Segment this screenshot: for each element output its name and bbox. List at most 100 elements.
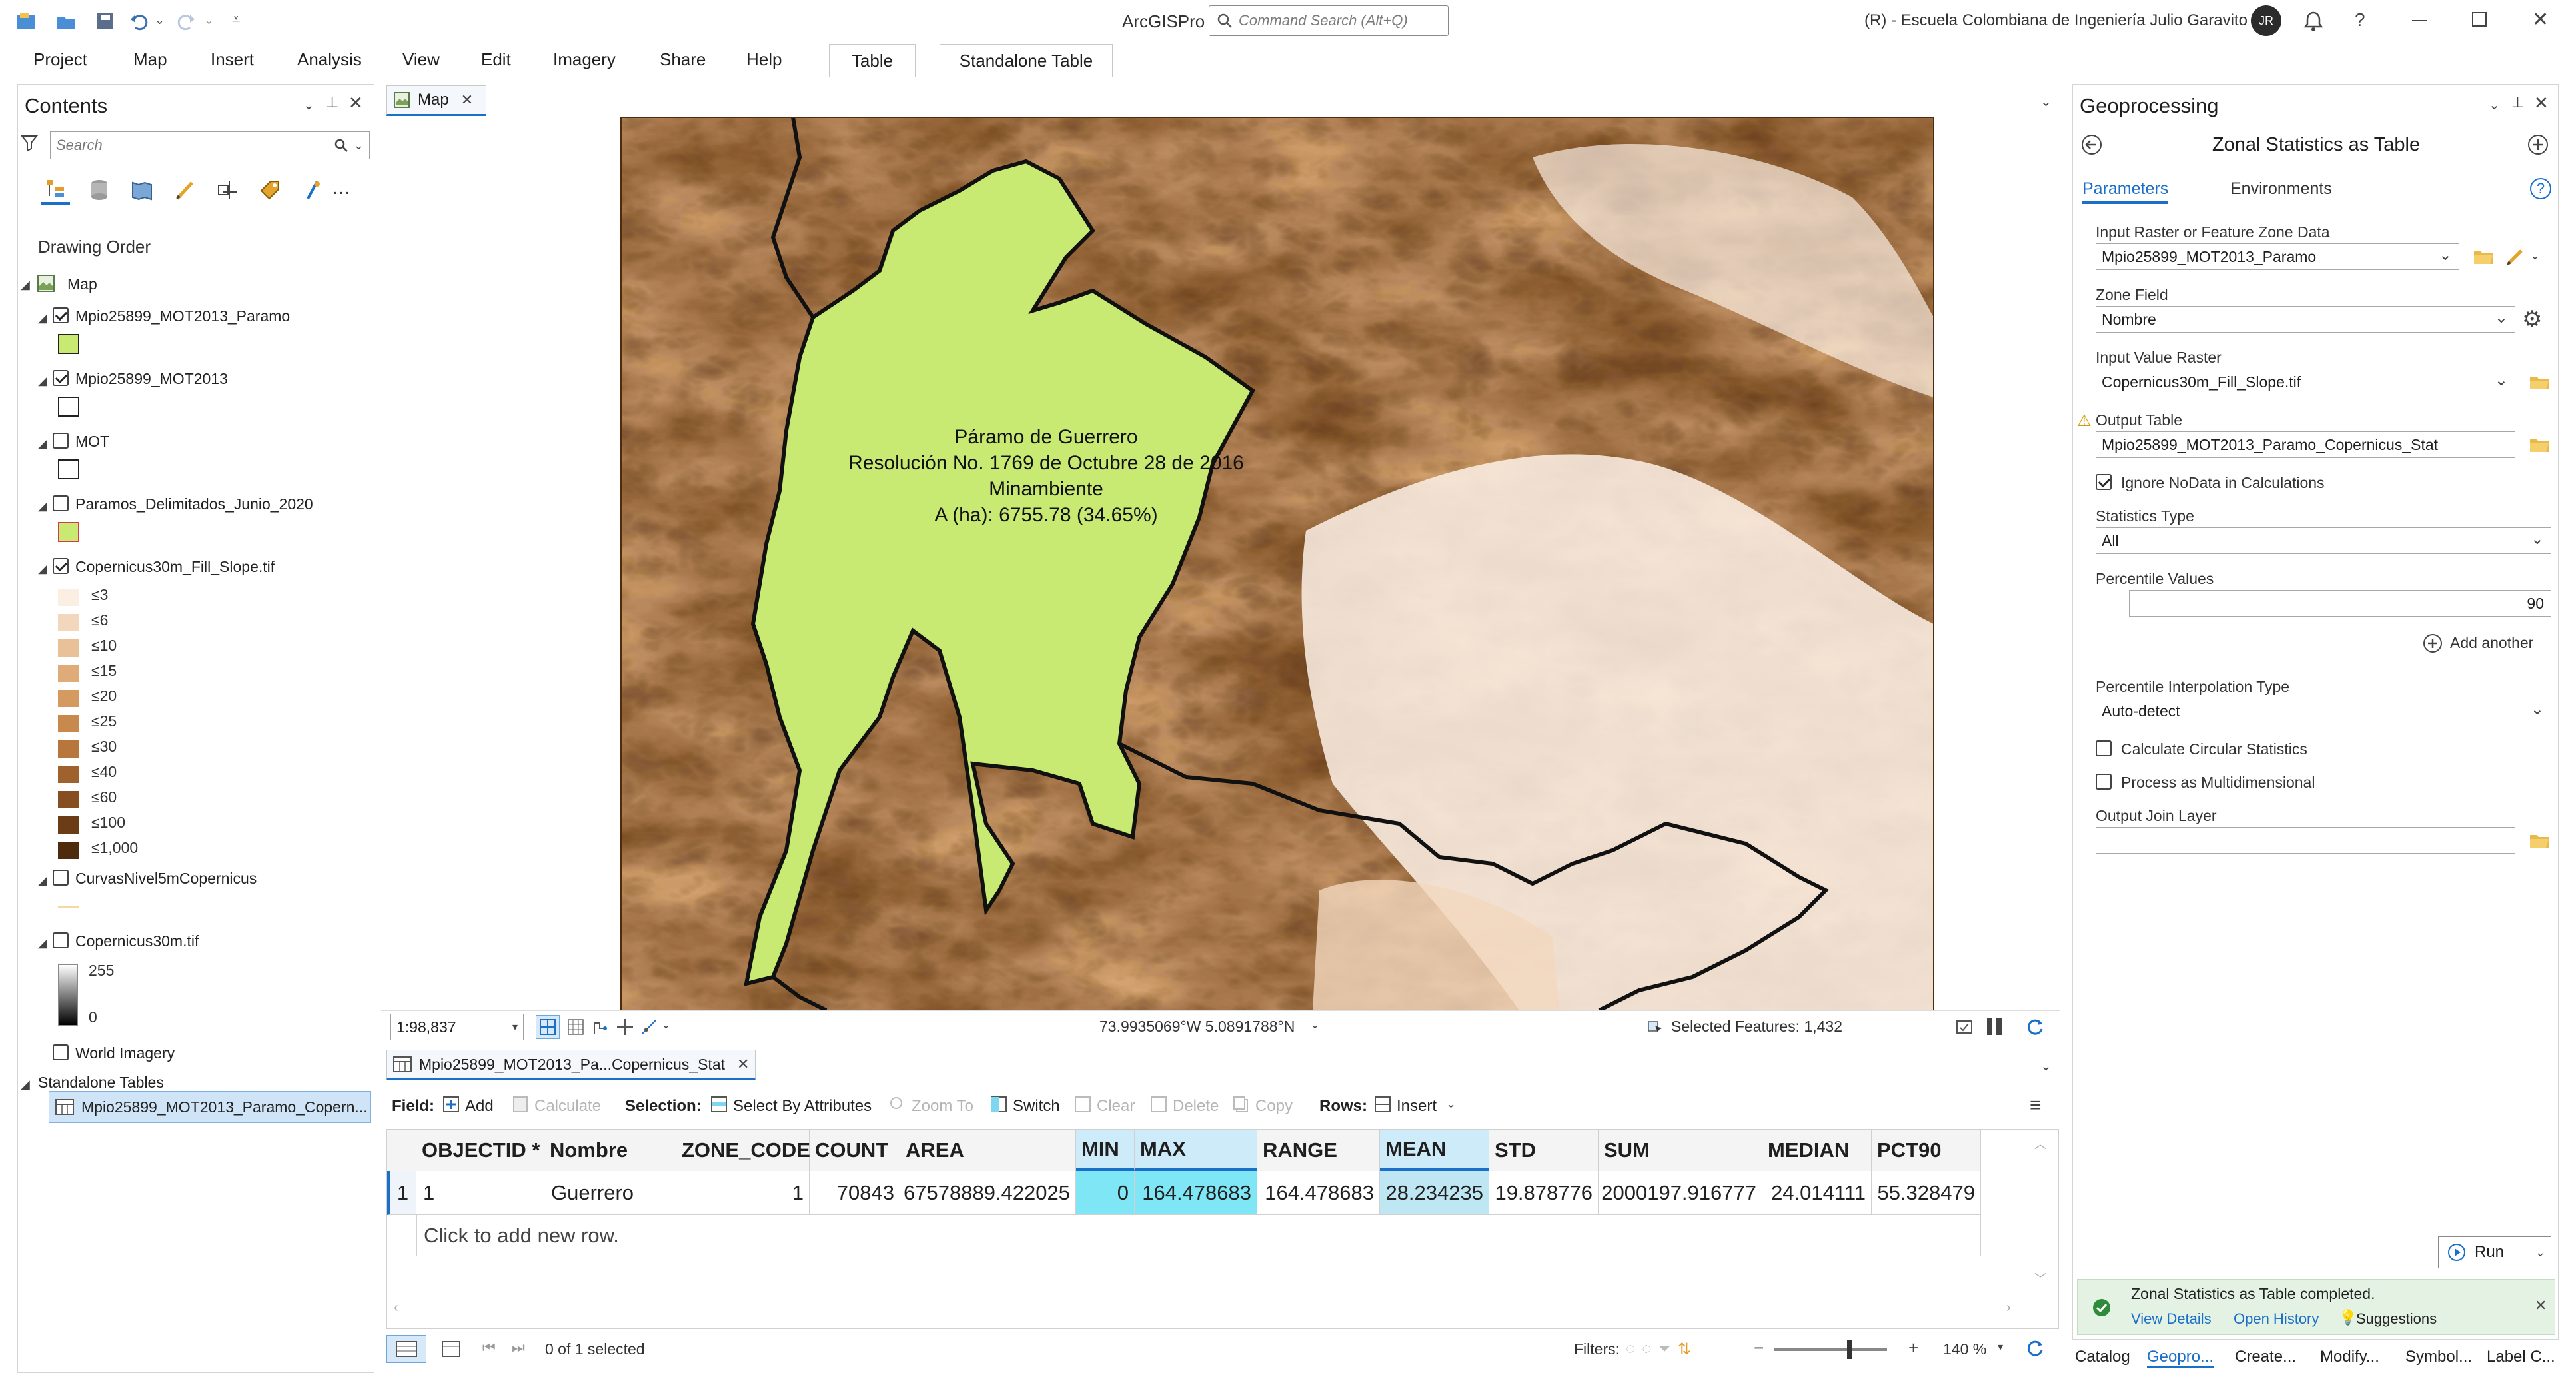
tab-table[interactable]: Table bbox=[829, 44, 916, 77]
slope-legend-swatch[interactable] bbox=[58, 614, 79, 631]
collapse-map-icon[interactable]: ◢ bbox=[21, 278, 30, 292]
tab-map[interactable]: Map bbox=[133, 49, 167, 70]
close-tab-icon[interactable]: ✕ bbox=[737, 1056, 749, 1073]
insert-button[interactable]: Insert bbox=[1397, 1097, 1437, 1116]
add-field-button[interactable]: Add bbox=[465, 1097, 494, 1116]
browse-folder-icon[interactable] bbox=[2471, 245, 2495, 269]
map-rendering[interactable] bbox=[386, 117, 2059, 1010]
tab-symbology[interactable]: Symbol... bbox=[2405, 1348, 2472, 1366]
close-window-icon[interactable]: ✕ bbox=[2532, 8, 2549, 31]
filter-definition-icon[interactable]: ⏷ bbox=[1658, 1340, 1671, 1358]
add-another-button[interactable]: Add another bbox=[2450, 634, 2533, 652]
first-record-icon[interactable]: ⏮ bbox=[482, 1339, 496, 1356]
add-field-icon[interactable] bbox=[441, 1094, 461, 1114]
command-search-input[interactable]: Command Search (Alt+Q) bbox=[1209, 5, 1449, 36]
open-history-link[interactable]: Open History bbox=[2234, 1310, 2319, 1328]
cell-min[interactable]: 0 bbox=[1076, 1171, 1135, 1215]
cell-median[interactable]: 24.014111 bbox=[1762, 1171, 1872, 1215]
view-details-link[interactable]: View Details bbox=[2131, 1310, 2212, 1328]
add-another-icon[interactable] bbox=[2421, 631, 2445, 655]
notifications-bell-icon[interactable] bbox=[2300, 8, 2327, 35]
delete-button[interactable]: Delete bbox=[1173, 1097, 1219, 1116]
grid-view-icon[interactable] bbox=[536, 1015, 560, 1039]
column-header-mean[interactable]: MEAN bbox=[1380, 1130, 1489, 1171]
account-name[interactable]: (R) - Escuela Colombiana de Ingeniería J… bbox=[1864, 11, 2248, 30]
collapse-layer-icon[interactable]: ◢ bbox=[38, 874, 47, 888]
table-menu-icon[interactable]: ≡ bbox=[2030, 1094, 2042, 1117]
zoom-dropdown-icon[interactable]: ▾ bbox=[1998, 1340, 2003, 1354]
slope-legend-swatch[interactable] bbox=[58, 791, 79, 808]
input-raster-dropdown[interactable]: Mpio25899_MOT2013_Paramo bbox=[2096, 243, 2459, 270]
add-new-row[interactable]: Click to add new row. bbox=[416, 1215, 1981, 1256]
run-button[interactable]: Run ⌄ bbox=[2438, 1236, 2551, 1268]
column-header-count[interactable]: COUNT bbox=[810, 1130, 900, 1171]
layer-visibility-checkbox[interactable] bbox=[53, 932, 69, 948]
cell-nombre[interactable]: Guerrero bbox=[544, 1171, 676, 1215]
sketch-pencil-icon[interactable] bbox=[2503, 245, 2527, 269]
input-value-raster-dropdown[interactable]: Copernicus30m_Fill_Slope.tif bbox=[2096, 369, 2515, 395]
zoom-to-icon[interactable] bbox=[888, 1094, 908, 1114]
zoom-to-button[interactable]: Zoom To bbox=[912, 1097, 973, 1116]
column-header-range[interactable]: RANGE bbox=[1257, 1130, 1380, 1171]
slope-legend-swatch[interactable] bbox=[58, 715, 79, 732]
zoom-level[interactable]: 140 % bbox=[1943, 1340, 1986, 1358]
settings-gear-icon[interactable]: ⚙ bbox=[2522, 306, 2542, 333]
new-project-icon[interactable] bbox=[15, 9, 39, 33]
collapse-layer-icon[interactable]: ◢ bbox=[38, 311, 47, 325]
list-by-perspective-imagery-icon[interactable] bbox=[298, 175, 327, 205]
clear-button[interactable]: Clear bbox=[1097, 1097, 1135, 1116]
cell-pct90[interactable]: 55.328479 bbox=[1872, 1171, 1981, 1215]
open-project-icon[interactable] bbox=[55, 9, 79, 33]
calculate-field-icon[interactable] bbox=[510, 1094, 530, 1114]
save-project-icon[interactable] bbox=[93, 9, 117, 33]
mot-symbol-swatch[interactable] bbox=[58, 459, 79, 479]
tab-edit[interactable]: Edit bbox=[481, 49, 511, 70]
contents-search-input[interactable]: Search ⌄ bbox=[50, 131, 370, 159]
cell-std[interactable]: 19.878776 bbox=[1489, 1171, 1599, 1215]
column-header-area[interactable]: AREA bbox=[900, 1130, 1076, 1171]
slope-legend-swatch[interactable] bbox=[58, 665, 79, 682]
cell-zone-code[interactable]: 1 bbox=[676, 1171, 810, 1215]
slope-legend-swatch[interactable] bbox=[58, 740, 79, 758]
customize-toolbar-icon[interactable]: ⩡ bbox=[232, 11, 240, 28]
cell-area[interactable]: 67578889.422025 bbox=[900, 1171, 1076, 1215]
paramo-symbol-swatch[interactable] bbox=[58, 334, 79, 354]
constraints-icon[interactable] bbox=[637, 1015, 661, 1039]
collapse-layer-icon[interactable]: ◢ bbox=[38, 499, 47, 513]
insert-rows-icon[interactable] bbox=[1373, 1094, 1393, 1114]
map-canvas[interactable]: Páramo de Guerrero Resolución No. 1769 d… bbox=[386, 117, 2059, 1010]
column-header-min[interactable]: MIN bbox=[1076, 1130, 1135, 1171]
dem-gradient-ramp[interactable] bbox=[58, 964, 78, 1026]
statistics-type-dropdown[interactable]: All bbox=[2096, 527, 2551, 554]
close-tab-icon[interactable]: ✕ bbox=[461, 91, 473, 109]
slope-legend-swatch[interactable] bbox=[58, 842, 79, 859]
toggle-label-icon[interactable] bbox=[1952, 1015, 1976, 1039]
collapse-layer-icon[interactable]: ◢ bbox=[38, 437, 47, 451]
tab-standalone-table[interactable]: Standalone Table bbox=[940, 44, 1113, 77]
map-scale-dropdown[interactable]: 1:98,837 ▾ bbox=[390, 1014, 524, 1040]
search-icon[interactable] bbox=[332, 137, 350, 154]
layer-visibility-checkbox[interactable] bbox=[53, 307, 69, 323]
tab-help[interactable]: Help bbox=[746, 49, 782, 70]
tool-help-icon[interactable]: ? bbox=[2530, 178, 2551, 199]
filter-extent-icon[interactable]: ◌ bbox=[1626, 1340, 1635, 1358]
cell-max[interactable]: 164.478683 bbox=[1135, 1171, 1257, 1215]
pane-options-icon[interactable]: ⌄ bbox=[303, 97, 315, 113]
status-dropdown-icon[interactable]: ⌄ bbox=[661, 1018, 671, 1032]
calculate-button[interactable]: Calculate bbox=[534, 1097, 601, 1116]
list-by-drawing-order-icon[interactable] bbox=[41, 175, 70, 205]
copy-button[interactable]: Copy bbox=[1255, 1097, 1293, 1116]
restore-icon[interactable] bbox=[2472, 12, 2487, 27]
select-by-attributes-icon[interactable] bbox=[709, 1094, 729, 1114]
tab-parameters[interactable]: Parameters bbox=[2082, 179, 2169, 204]
close-pane-icon[interactable]: ✕ bbox=[2534, 93, 2549, 113]
browse-folder-icon[interactable] bbox=[2527, 370, 2551, 394]
help-icon[interactable]: ? bbox=[2355, 9, 2365, 31]
tab-label-class[interactable]: Label C... bbox=[2487, 1348, 2555, 1366]
list-by-source-icon[interactable] bbox=[85, 175, 114, 205]
layer-visibility-checkbox[interactable] bbox=[53, 558, 69, 574]
filter-range-icon[interactable]: ⇅ bbox=[1678, 1340, 1691, 1359]
interpolation-type-dropdown[interactable]: Auto-detect bbox=[2096, 698, 2551, 724]
suggestions-link[interactable]: Suggestions bbox=[2356, 1310, 2437, 1328]
run-options-icon[interactable]: ⌄ bbox=[2535, 1246, 2545, 1260]
